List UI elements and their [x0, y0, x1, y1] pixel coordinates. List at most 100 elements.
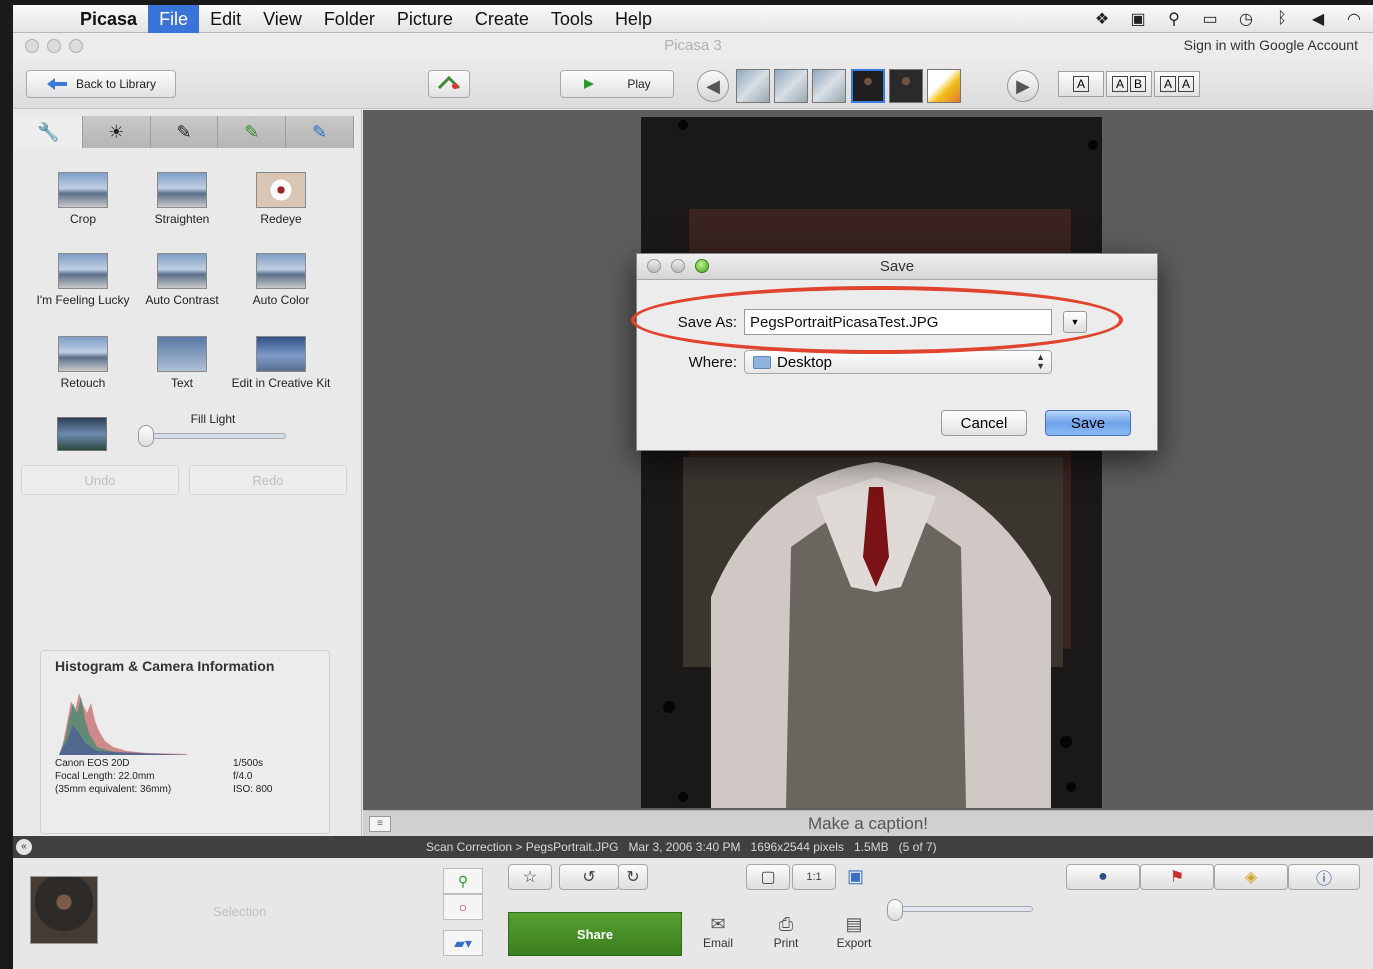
back-to-library-button[interactable]: Back to Library — [26, 70, 176, 98]
crop-icon — [58, 172, 108, 208]
straighten-tool[interactable]: Straighten — [132, 172, 232, 226]
photo-position: (5 of 7) — [898, 840, 937, 854]
auto-contrast-tool[interactable]: Auto Contrast — [132, 253, 232, 307]
filmstrip-thumb[interactable] — [736, 69, 770, 103]
properties-button[interactable]: ⓘ — [1288, 864, 1360, 890]
star-button[interactable]: ☆ — [508, 864, 552, 890]
menu-tools[interactable]: Tools — [540, 5, 604, 33]
menu-picasa[interactable]: Picasa — [69, 5, 148, 33]
volume-icon[interactable]: ◀ — [1307, 9, 1329, 29]
activity-monitor-icon[interactable]: ▣ — [1127, 9, 1149, 29]
crop-tool[interactable]: Crop — [33, 172, 133, 226]
rotate-left-button[interactable]: ↺ — [559, 864, 619, 890]
actual-size-icon: 1:1 — [806, 871, 822, 883]
upload-icon — [437, 76, 461, 90]
save-as-field[interactable] — [744, 309, 1052, 335]
expand-dialog-button[interactable]: ▼ — [1063, 311, 1087, 333]
tab-effects-2[interactable]: ✎ — [218, 116, 287, 148]
fill-light-slider[interactable] — [148, 433, 286, 439]
menu-help[interactable]: Help — [604, 5, 663, 33]
time-machine-icon[interactable]: ◷ — [1235, 9, 1257, 29]
share-button[interactable]: Share — [508, 912, 682, 956]
rotate-right-button[interactable]: ↻ — [618, 864, 648, 890]
tab-effects[interactable]: ✎ — [150, 116, 219, 148]
aperture: f/4.0 — [233, 771, 253, 782]
edit-tabs: 🔧 ☀ ✎ ✎ ✎ — [15, 116, 354, 148]
fill-light-slider-thumb[interactable] — [138, 425, 154, 447]
zoom-slider[interactable] — [893, 906, 1033, 912]
tab-tuning[interactable]: ☀ — [82, 116, 151, 148]
auto-color-tool[interactable]: Auto Color — [231, 253, 331, 307]
filmstrip-thumb-selected[interactable] — [851, 69, 885, 103]
menu-picture[interactable]: Picture — [386, 5, 464, 33]
text-tool[interactable]: Text — [132, 336, 232, 390]
email-label: Email — [702, 936, 733, 950]
feeling-lucky-tool[interactable]: I'm Feeling Lucky — [33, 253, 133, 307]
menu-edit[interactable]: Edit — [199, 5, 252, 33]
previous-photo-button[interactable]: ◀ — [697, 70, 729, 102]
menu-file[interactable]: File — [148, 4, 200, 33]
fit-button[interactable]: ▢ — [746, 864, 790, 890]
play-button[interactable]: Play — [560, 70, 674, 98]
save-button[interactable]: Save — [1045, 410, 1131, 436]
focal-length: Focal Length: 22.0mm — [55, 771, 155, 782]
sign-in-link[interactable]: Sign in with Google Account — [1184, 37, 1358, 53]
retouch-tool[interactable]: Retouch — [33, 336, 133, 390]
menu-view[interactable]: View — [252, 5, 313, 33]
filmstrip-thumb[interactable] — [889, 69, 923, 103]
save-as-label: Save As: — [677, 314, 737, 331]
where-dropdown[interactable]: Desktop ▲ ▼ — [744, 350, 1052, 374]
shutter-speed: 1/500s — [233, 758, 264, 769]
sun-icon: ☀ — [108, 121, 125, 142]
export-button[interactable]: ▤ Export — [824, 914, 884, 950]
tab-effects-3[interactable]: ✎ — [286, 116, 354, 148]
photo-dimensions: 1696x2544 pixels — [750, 840, 844, 854]
tags-button[interactable]: ◈ — [1214, 864, 1288, 890]
menu-folder[interactable]: Folder — [313, 5, 386, 33]
clear-selection-button[interactable]: ○ — [443, 894, 483, 920]
font-size-medium-button[interactable]: AB — [1106, 71, 1152, 97]
redeye-tool[interactable]: Redeye — [231, 172, 331, 226]
photo — [641, 117, 1102, 808]
cancel-button[interactable]: Cancel — [941, 410, 1027, 436]
print-button[interactable]: ⎙ Print — [756, 914, 816, 950]
zoom-slider-thumb[interactable] — [887, 899, 903, 921]
redo-button[interactable]: Redo — [189, 465, 347, 495]
filmstrip-thumb[interactable] — [812, 69, 846, 103]
album-button[interactable]: ▰▾ — [443, 930, 483, 956]
places-button[interactable]: ⚑ — [1140, 864, 1214, 890]
satellite-icon[interactable]: ⚲ — [1163, 9, 1185, 29]
fill-light-label: Fill Light — [190, 412, 236, 426]
tab-basic-fixes[interactable]: 🔧 — [15, 116, 83, 148]
undo-button[interactable]: Undo — [21, 465, 179, 495]
hold-pin-button[interactable]: ⚲ — [443, 868, 483, 894]
next-photo-button[interactable]: ▶ — [1007, 70, 1039, 102]
display-icon[interactable]: ▭ — [1199, 9, 1221, 29]
filmstrip-thumb[interactable] — [774, 69, 808, 103]
collapse-panel-icon[interactable]: « — [16, 839, 32, 855]
wifi-icon[interactable]: ◠ — [1343, 9, 1365, 29]
updown-arrows-icon: ▲ ▼ — [1036, 352, 1045, 371]
map-pin-icon: ⚑ — [1169, 869, 1185, 886]
zoom-image-icon: ▣ — [847, 866, 865, 886]
creative-kit-icon — [256, 336, 306, 372]
toolbar: Back to Library Play ◀ ▶ A AB A A — [13, 59, 1373, 109]
font-glyph: B — [1130, 76, 1147, 92]
caption-input[interactable]: Make a caption! — [363, 814, 1373, 834]
font-size-small-button[interactable]: A — [1058, 71, 1104, 97]
printer-icon: ⎙ — [778, 914, 794, 934]
tray-photo-thumb[interactable] — [30, 876, 98, 944]
actual-size-button[interactable]: 1:1 — [792, 864, 836, 890]
back-to-library-label: Back to Library — [75, 77, 157, 91]
star-icon: ☆ — [522, 869, 538, 886]
filmstrip-thumb[interactable] — [927, 69, 961, 103]
font-size-large-button[interactable]: AA — [1154, 71, 1200, 97]
dropbox-icon[interactable]: ❖ — [1091, 9, 1113, 29]
email-button[interactable]: ✉ Email — [688, 914, 748, 950]
upload-button[interactable] — [428, 70, 470, 98]
bluetooth-icon[interactable]: ᛒ — [1271, 9, 1293, 29]
creative-kit-tool[interactable]: Edit in Creative Kit — [231, 336, 331, 390]
menu-create[interactable]: Create — [464, 5, 540, 33]
people-button[interactable]: ● — [1066, 864, 1140, 890]
edit-panel: 🔧 ☀ ✎ ✎ ✎ Crop Straighten Redeye I'm Fee… — [13, 110, 362, 836]
